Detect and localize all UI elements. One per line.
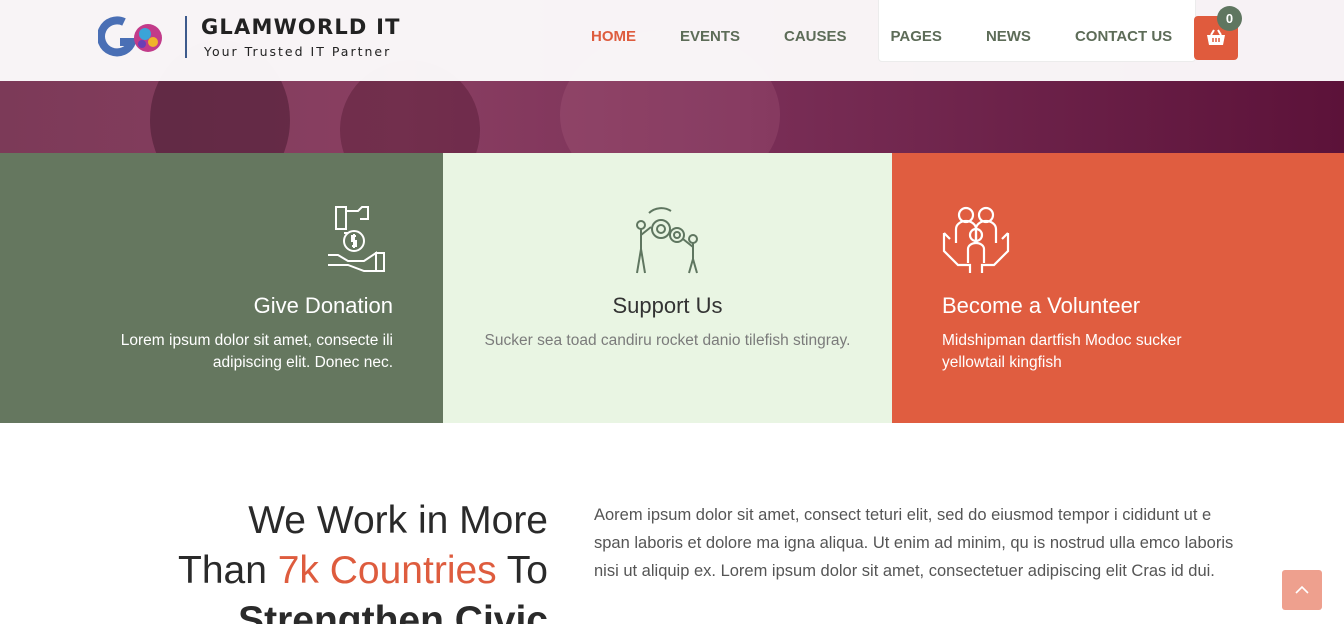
feature-become-volunteer: Become a Volunteer Midshipman dartfish M… [892, 153, 1344, 423]
family-hands-icon [942, 206, 1010, 273]
feature-title: Give Donation [253, 293, 393, 318]
about-heading: We Work in More Than 7k Countries To Str… [178, 496, 548, 624]
scroll-to-top-button[interactable] [1282, 570, 1322, 610]
heading-part: Than [178, 549, 278, 592]
site-header: GLAMWORLD IT Your Trusted IT Partner HOM… [0, 0, 1344, 81]
nav-news[interactable]: NEWS [986, 28, 1031, 48]
chevron-up-icon [1295, 585, 1309, 594]
nav-pages[interactable]: PAGES [891, 28, 942, 48]
feature-title: Support Us [612, 293, 723, 318]
brand-name: GLAMWORLD IT [201, 15, 401, 39]
feature-support-us: Support Us Sucker sea toad candiru rocke… [443, 153, 892, 423]
main-nav: HOME EVENTS CAUSES PAGES NEWS CONTACT US [591, 28, 1216, 48]
brand-logo[interactable]: GLAMWORLD IT Your Trusted IT Partner [98, 14, 418, 62]
heading-part: To [496, 549, 548, 592]
feature-text: Sucker sea toad candiru rocket danio til… [484, 332, 851, 349]
feature-give-donation: Give Donation Lorem ipsum dolor sit amet… [0, 153, 443, 423]
cart-count-badge: 0 [1217, 6, 1242, 31]
basket-icon [1207, 29, 1225, 45]
logo-divider [185, 16, 187, 58]
heading-line: Strengthen Civic [238, 599, 548, 624]
heading-line: Than 7k Countries To [178, 546, 548, 596]
donation-hand-icon [328, 206, 385, 272]
logo-mark-icon [98, 16, 162, 57]
gears-people-icon [636, 207, 698, 274]
feature-text: Lorem ipsum dolor sit amet, consecte ili… [120, 332, 393, 371]
heading-accent: 7k Countries [277, 549, 497, 592]
nav-causes[interactable]: CAUSES [784, 28, 847, 48]
nav-contact-us[interactable]: CONTACT US [1075, 28, 1172, 48]
about-paragraph: Aorem ipsum dolor sit amet, consect tetu… [594, 506, 1234, 580]
nav-events[interactable]: EVENTS [680, 28, 740, 48]
feature-title: Become a Volunteer [942, 293, 1141, 318]
nav-home[interactable]: HOME [591, 28, 636, 48]
feature-text: Midshipman dartfish Modoc sucker yellowt… [942, 332, 1182, 371]
heading-line: We Work in More [248, 499, 548, 542]
brand-tagline: Your Trusted IT Partner [204, 44, 392, 59]
